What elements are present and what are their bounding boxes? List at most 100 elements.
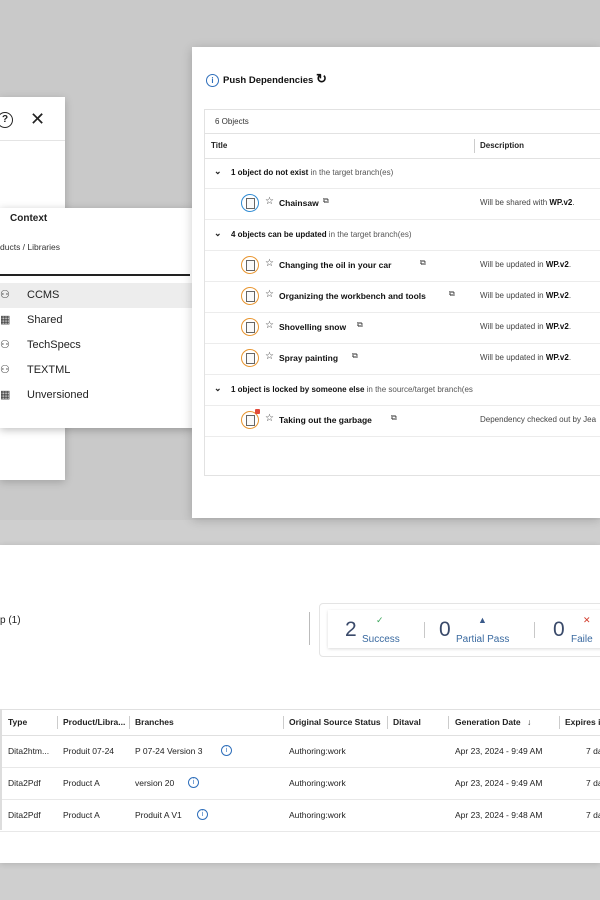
dependency-row[interactable]: ☆ Changing the oil in your car ⧉ Will be up… [205, 251, 600, 282]
dependency-row[interactable]: ☆ Spray painting ⧉ Will be updated in WP.v2… [205, 344, 600, 375]
object-title[interactable]: Organizing the workbench and tools [279, 291, 426, 301]
object-description: Will be shared with WP.v2. [480, 198, 575, 207]
hierarchy-icon: ⚇ [0, 364, 10, 376]
object-description: Dependency checked out by Jea [480, 415, 596, 424]
external-link-icon[interactable]: ⧉ [420, 258, 426, 268]
doc-glyph [246, 353, 255, 364]
context-item-label: CCMS [27, 289, 60, 301]
object-title[interactable]: Chainsaw [279, 198, 319, 208]
star-icon[interactable]: ☆ [265, 320, 274, 331]
document-icon [241, 409, 260, 429]
doc-glyph [246, 198, 255, 209]
push-dependencies-dialog: i Push Dependencies ↻ 6 Objects Title De… [192, 47, 600, 518]
group-row[interactable]: ⌄ 1 object do not exist in the target bra… [205, 158, 600, 189]
object-title[interactable]: Spray painting [279, 353, 338, 363]
desc-suffix: . [568, 353, 572, 362]
cell-branch: Produit A V1 [135, 810, 182, 820]
stat-label[interactable]: Success [362, 634, 400, 645]
external-link-icon[interactable]: ⧉ [357, 320, 363, 330]
doc-glyph [246, 291, 255, 302]
object-title[interactable]: Taking out the garbage [279, 415, 372, 425]
desc-prefix: Dependency checked out by Jea [480, 415, 597, 424]
table-row[interactable]: Dita2Pdf Product A version 20 Authoring:wor… [0, 768, 600, 800]
sort-arrow-down-icon[interactable]: ↓ [527, 717, 531, 727]
stat-label[interactable]: Partial Pass [456, 634, 509, 645]
column-header[interactable]: Generation Date [455, 717, 521, 727]
refresh-icon[interactable]: ↻ [316, 71, 327, 87]
group-row[interactable]: ⌄ 1 object is locked by someone else in t… [205, 375, 600, 406]
context-item[interactable]: ⚇ TechSpecs [0, 333, 195, 358]
object-title[interactable]: Shovelling snow [279, 322, 346, 332]
external-link-icon[interactable]: ⧉ [391, 413, 397, 423]
cell-type: Dita2Pdf [8, 778, 41, 788]
column-header[interactable]: Ditaval [393, 717, 421, 727]
dependency-row[interactable]: ☆ Shovelling snow ⧉ Will be updated in WP.v… [205, 313, 600, 344]
desc-prefix: Will be updated in [480, 353, 546, 362]
column-separator [474, 139, 475, 153]
column-description[interactable]: Description [480, 141, 524, 150]
building-icon: ▦ [0, 389, 11, 401]
chevron-down-icon[interactable]: ⌄ [214, 383, 222, 394]
info-icon[interactable]: i [221, 745, 232, 756]
stat-separator [534, 622, 535, 638]
desc-suffix: . [568, 291, 572, 300]
column-header[interactable]: Type [8, 717, 27, 727]
cell-product: Product A [63, 810, 100, 820]
column-header[interactable]: Product/Libra... [63, 717, 125, 727]
star-icon[interactable]: ☆ [265, 351, 274, 362]
dependencies-table: 6 Objects Title Description ⌄ 1 object do… [204, 109, 600, 476]
dependency-row[interactable]: ☆ Taking out the garbage ⧉ Dependency check… [205, 406, 600, 437]
desc-prefix: Will be updated in [480, 291, 546, 300]
context-item[interactable]: ▦ Unversioned [0, 383, 195, 408]
group-text: 4 objects can be updated in the target b… [231, 230, 412, 239]
column-separator [283, 716, 284, 729]
object-title[interactable]: Changing the oil in your car [279, 260, 391, 270]
column-title[interactable]: Title [211, 141, 227, 150]
question-circle-icon[interactable]: ? [0, 112, 13, 128]
info-icon[interactable]: i [197, 809, 208, 820]
desc-branch: WP.v2 [545, 322, 569, 331]
object-description: Will be updated in WP.v2. [480, 322, 571, 331]
chevron-down-icon[interactable]: ⌄ [214, 166, 222, 177]
dependency-row[interactable]: ☆ Chainsaw ⧉ Will be shared with WP.v2. [205, 189, 600, 220]
star-icon[interactable]: ☆ [265, 289, 274, 300]
column-header[interactable]: Original Source Status [289, 717, 381, 727]
document-icon [241, 194, 259, 212]
context-item[interactable]: ▦ Shared [0, 308, 195, 333]
info-icon[interactable]: i [188, 777, 199, 788]
star-icon[interactable]: ☆ [265, 196, 274, 207]
building-icon: ▦ [0, 314, 11, 326]
group-row[interactable]: ⌄ 4 objects can be updated in the target … [205, 220, 600, 251]
column-header[interactable]: Expires in [565, 717, 600, 727]
desc-branch: WP.v2 [545, 353, 569, 362]
desc-prefix: Will be updated in [480, 260, 546, 269]
hierarchy-icon: ⚇ [0, 339, 10, 351]
doc-glyph [246, 415, 255, 426]
cell-date: Apr 23, 2024 - 9:48 AM [455, 810, 543, 820]
document-icon [241, 349, 259, 367]
context-dropdown: Context ducts / Libraries ⚇ CCMS ▦ Shared ⚇ T… [0, 208, 195, 428]
table-row[interactable]: Dita2Pdf Product A Produit A V1 Authoring:w… [0, 800, 600, 832]
context-item[interactable]: ⚇ TEXTML [0, 358, 195, 383]
star-icon[interactable]: ☆ [265, 258, 274, 269]
dependency-row[interactable]: ☆ Organizing the workbench and tools ⧉ Will… [205, 282, 600, 313]
object-count: 6 Objects [215, 117, 249, 126]
context-item[interactable]: ⚇ CCMS [0, 283, 195, 308]
group-suffix: in the source/target branch(es [364, 385, 473, 394]
stat-status-icon: ✓ [376, 615, 384, 625]
group-count: 1 object is locked by someone else [231, 385, 365, 394]
external-link-icon[interactable]: ⧉ [323, 196, 329, 206]
chevron-down-icon[interactable]: ⌄ [214, 228, 222, 239]
external-link-icon[interactable]: ⧉ [449, 289, 455, 299]
results-table-header: Type Product/Libra... Branches Original Sou… [0, 710, 600, 736]
table-row[interactable]: Dita2htm... Produit 07-24 P 07-24 Version … [0, 736, 600, 768]
column-header[interactable]: Branches [135, 717, 174, 727]
star-icon[interactable]: ☆ [265, 413, 274, 424]
group-count: 1 object do not exist [231, 168, 309, 177]
stat-label[interactable]: Faile [571, 634, 593, 645]
external-link-icon[interactable]: ⧉ [352, 351, 358, 361]
cell-product: Produit 07-24 [63, 746, 115, 756]
desc-branch: WP.v2 [545, 291, 569, 300]
cell-branch: P 07-24 Version 3 [135, 746, 203, 756]
close-icon[interactable]: ✕ [30, 109, 45, 129]
